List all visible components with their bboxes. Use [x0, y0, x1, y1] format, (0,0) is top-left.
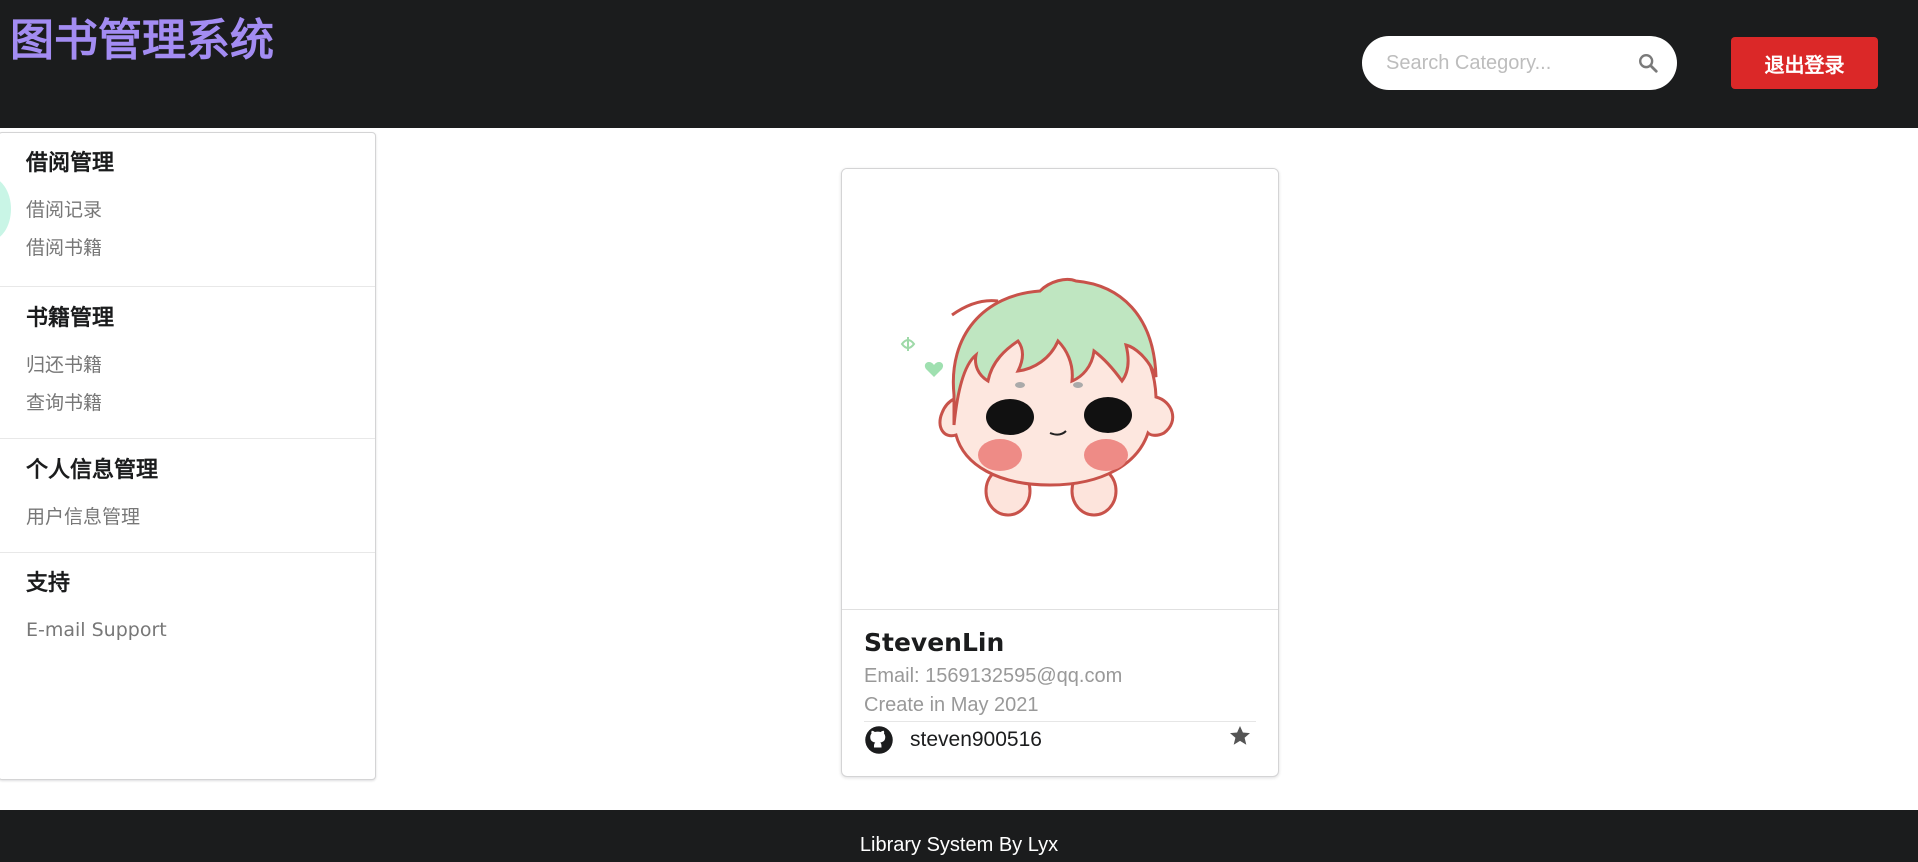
search-icon[interactable] [1637, 52, 1659, 74]
sidebar-item-return-books[interactable]: 归还书籍 [26, 346, 375, 384]
app-title: 图书管理系统 [10, 15, 274, 66]
sidebar-item-borrow-books[interactable]: 借阅书籍 [26, 229, 375, 267]
github-link[interactable]: steven900516 [864, 725, 1042, 755]
footer-text: Library System By Lyx [859, 834, 1059, 856]
card-divider [864, 721, 1256, 722]
sidebar-section-borrow: 借阅管理 借阅记录 借阅书籍 [0, 133, 375, 287]
sidebar-header-personal-info: 个人信息管理 [26, 458, 159, 483]
profile-created-date: Create in May 2021 [864, 694, 1039, 716]
search-box[interactable] [1362, 36, 1677, 90]
avatar-image [842, 169, 1278, 610]
profile-name: StevenLin [864, 628, 1005, 657]
github-username: steven900516 [910, 728, 1042, 751]
star-icon[interactable] [1228, 724, 1252, 748]
sidebar-item-borrow-records[interactable]: 借阅记录 [26, 191, 375, 229]
sidebar-section-books: 书籍管理 归还书籍 查询书籍 [0, 287, 375, 439]
sidebar-item-email-support[interactable]: E-mail Support [26, 611, 375, 649]
sidebar-section-support: 支持 E-mail Support [0, 553, 375, 666]
footer: Library System By Lyx [0, 810, 1918, 862]
sidebar-item-user-info[interactable]: 用户信息管理 [26, 498, 375, 536]
profile-card: StevenLin Email: 1569132595@qq.com Creat… [841, 168, 1279, 777]
sidebar-item-search-books[interactable]: 查询书籍 [26, 384, 375, 422]
github-icon [865, 726, 893, 754]
sidebar-menu: 借阅管理 借阅记录 借阅书籍 书籍管理 归还书籍 查询书籍 个人信息管理 用户信… [0, 132, 376, 780]
sidebar-header-borrow-management: 借阅管理 [26, 151, 115, 176]
top-navbar: 图书管理系统 退出登录 [0, 0, 1918, 128]
sidebar-header-book-management: 书籍管理 [26, 306, 115, 331]
sidebar-section-personal: 个人信息管理 用户信息管理 [0, 439, 375, 553]
profile-email: Email: 1569132595@qq.com [864, 665, 1123, 687]
search-input[interactable] [1384, 50, 1624, 76]
chibi-avatar-illustration [900, 277, 1175, 517]
logout-button[interactable]: 退出登录 [1731, 37, 1878, 89]
sidebar-header-support: 支持 [26, 571, 71, 596]
